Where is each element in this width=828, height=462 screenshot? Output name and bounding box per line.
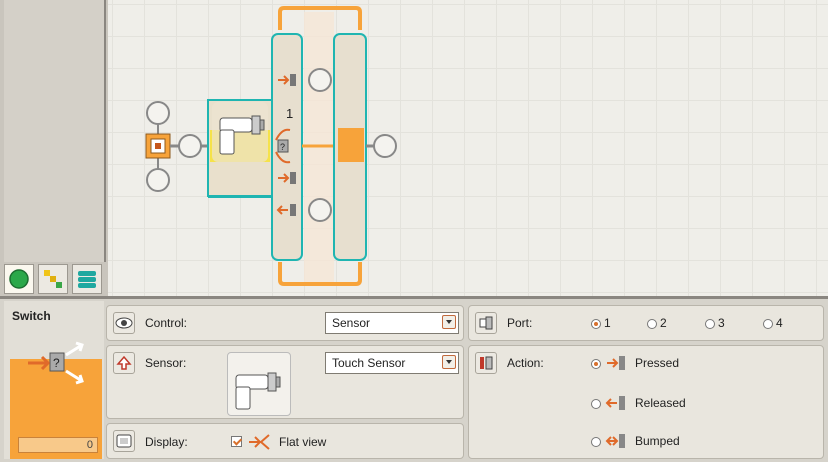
port-1-radio[interactable] <box>591 319 601 329</box>
block-palette <box>0 0 108 296</box>
common-palette-tab[interactable] <box>4 264 34 294</box>
chevron-down-icon[interactable] <box>442 355 456 369</box>
control-select-value: Sensor <box>332 316 371 330</box>
released-icon <box>605 396 625 410</box>
chevron-down-icon[interactable] <box>442 315 456 329</box>
switch-block-icon: ? <box>28 341 84 385</box>
control-select[interactable]: Sensor <box>325 312 459 334</box>
switch-merge-point <box>338 128 364 162</box>
complete-palette-tab[interactable] <box>38 264 68 294</box>
program-diagram: 1 ? <box>145 6 397 286</box>
sensor-arrow-icon <box>113 352 135 374</box>
case-false-connector <box>308 198 332 222</box>
block-title: Switch <box>12 309 51 323</box>
pressed-icon <box>607 356 625 370</box>
custom-palette-tab[interactable] <box>72 264 102 294</box>
svg-text:?: ? <box>280 142 285 152</box>
end-connector <box>373 134 397 158</box>
configuration-panel: Switch ? 0 Control: Sensor Sensor: Touch… <box>0 296 828 462</box>
touch-sensor-preview-icon <box>235 372 281 410</box>
control-label: Control: <box>145 316 188 330</box>
action-released-radio[interactable] <box>591 399 601 409</box>
sensor-row: Sensor: Touch Sensor <box>106 345 464 419</box>
action-label: Action: <box>507 356 544 370</box>
display-label: Display: <box>145 435 188 449</box>
action-row: Action: Pressed Released Bumped <box>468 345 824 459</box>
bumped-icon <box>605 434 625 448</box>
port-row: Port: 1 2 3 4 <box>468 305 824 341</box>
port-2-label: 2 <box>660 316 667 330</box>
switch-case-label: 1 <box>286 106 293 121</box>
action-bumped-radio[interactable] <box>591 437 601 447</box>
port-plug-icon <box>475 312 497 334</box>
port-2-radio[interactable] <box>647 319 657 329</box>
green-circle-icon <box>9 269 29 289</box>
custom-stack-icon <box>78 271 96 288</box>
palette-block-list <box>4 0 106 262</box>
port-3-label: 3 <box>718 316 725 330</box>
control-row: Control: Sensor <box>106 305 464 341</box>
sensor-preview <box>227 352 291 416</box>
sensor-label: Sensor: <box>145 356 187 370</box>
blocks-icon <box>44 270 62 288</box>
start-connector-bottom <box>146 168 170 192</box>
svg-text:?: ? <box>53 356 60 370</box>
port-1-label: 1 <box>604 316 611 330</box>
display-row: Display: Flat view <box>106 423 464 459</box>
action-pressed-radio[interactable] <box>591 359 601 369</box>
sensor-select[interactable]: Touch Sensor <box>325 352 459 374</box>
action-released-label: Released <box>635 396 686 410</box>
port-label: Port: <box>507 316 533 330</box>
display-icon <box>113 430 135 452</box>
start-connector-top <box>146 101 170 125</box>
case-true-connector <box>308 68 332 92</box>
flat-view-label: Flat view <box>279 435 327 449</box>
port-4-radio[interactable] <box>763 319 773 329</box>
action-bumped-label: Bumped <box>635 434 680 448</box>
flat-view-icon <box>249 434 270 450</box>
port-3-radio[interactable] <box>705 319 715 329</box>
eye-icon <box>113 312 135 334</box>
port-4-label: 4 <box>776 316 783 330</box>
flat-view-checkbox[interactable] <box>231 436 242 447</box>
action-icon <box>475 352 497 374</box>
beam-connector <box>178 134 202 158</box>
sensor-select-value: Touch Sensor <box>332 356 406 370</box>
block-summary: Switch ? 0 <box>4 301 104 459</box>
action-pressed-label: Pressed <box>635 356 680 370</box>
block-counter: 0 <box>18 437 98 453</box>
